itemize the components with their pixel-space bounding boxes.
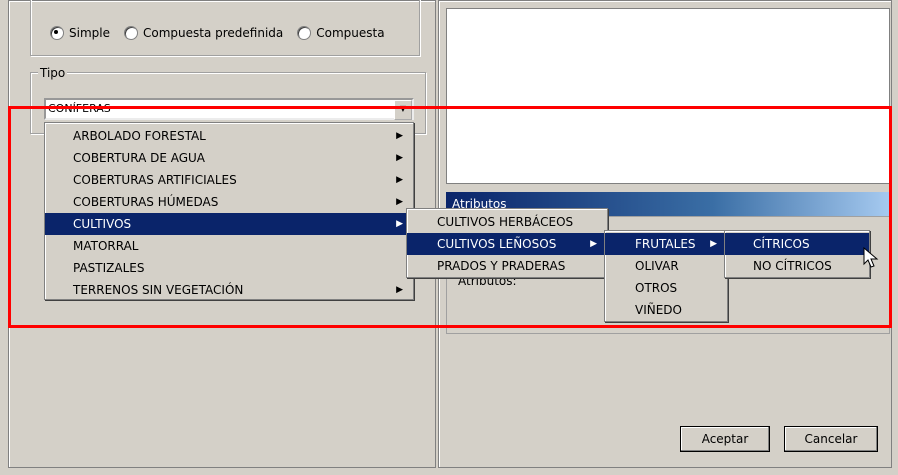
radio-compuesta[interactable]: Compuesta: [297, 26, 385, 40]
radio-simple[interactable]: Simple: [50, 26, 110, 40]
annotation-highlight-frame: [8, 106, 892, 328]
accept-button[interactable]: Aceptar: [680, 426, 770, 452]
radio-label: Compuesta predefinida: [142, 26, 284, 40]
cancel-button[interactable]: Cancelar: [784, 426, 878, 452]
radio-button-icon: [297, 26, 312, 40]
radio-label: Simple: [69, 26, 110, 40]
radio-button-icon: [50, 26, 64, 40]
tipo-legend: Tipo: [38, 66, 68, 80]
radio-button-icon: [123, 26, 138, 40]
mode-radio-group: Simple Compuesta predefinida Compuesta: [50, 24, 399, 42]
radio-compuesta-predefinida[interactable]: Compuesta predefinida: [123, 26, 284, 40]
radio-label: Compuesta: [316, 26, 385, 40]
